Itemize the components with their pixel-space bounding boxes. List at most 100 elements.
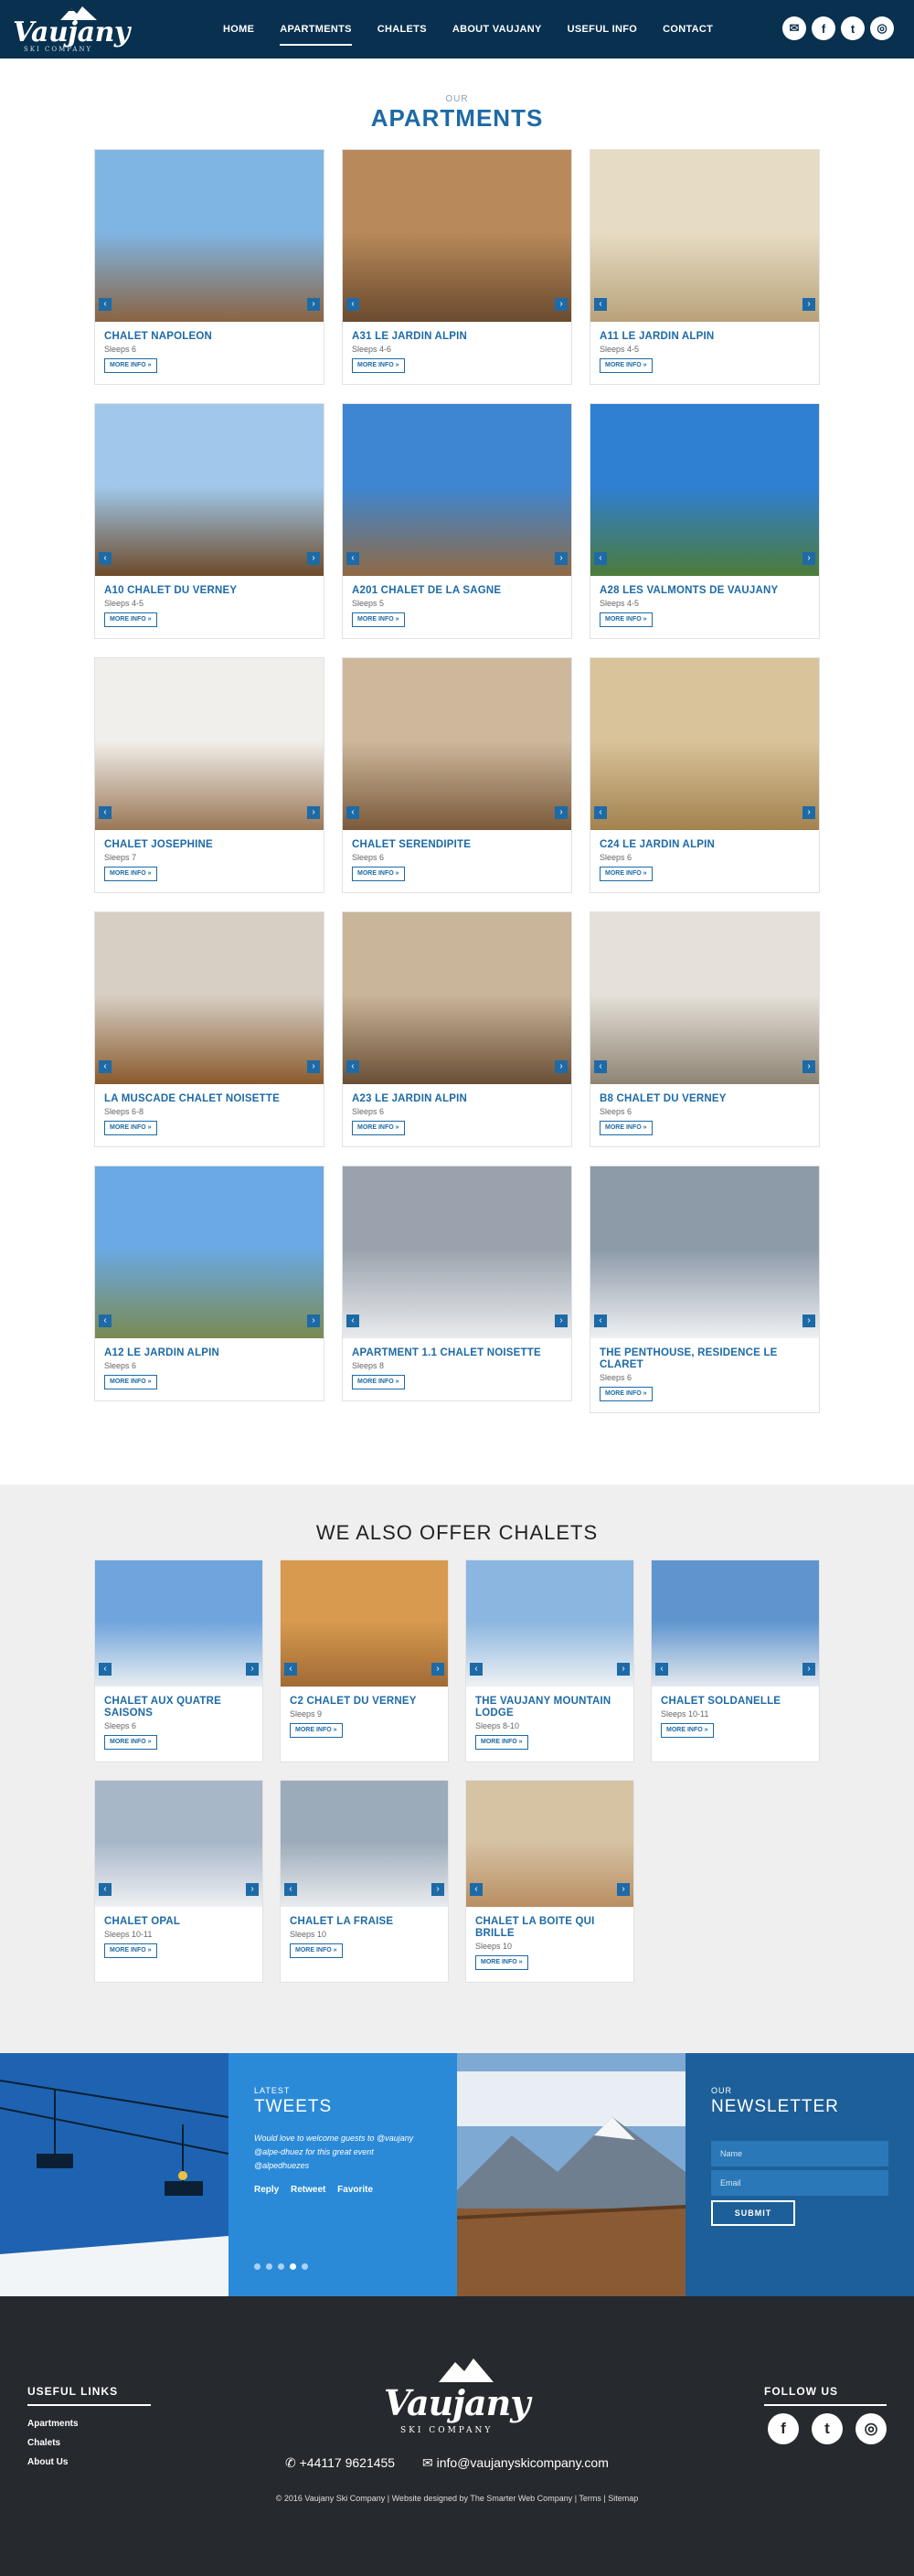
apartment-card[interactable]: ‹ › B8 CHALET DU VERNEY Sleeps 6 MORE INFO » xyxy=(590,911,820,1147)
apartment-card[interactable]: ‹ › THE PENTHOUSE, RESIDENCE LE CLARET Slee… xyxy=(590,1166,820,1413)
apartment-photo[interactable]: ‹ › xyxy=(343,1166,571,1338)
chalet-name[interactable]: CHALET SOLDANELLE xyxy=(661,1696,812,1708)
footer-phone[interactable]: ✆ +44117 9621455 xyxy=(285,2455,395,2471)
chevron-left-icon[interactable]: ‹ xyxy=(99,806,112,819)
chevron-left-icon[interactable]: ‹ xyxy=(346,552,359,565)
nav-contact[interactable]: CONTACT xyxy=(650,0,726,59)
apartment-photo[interactable]: ‹ › xyxy=(590,912,819,1084)
apartment-name[interactable]: A23 LE JARDIN ALPIN xyxy=(352,1093,564,1105)
chalet-photo[interactable]: ‹ › xyxy=(95,1781,262,1907)
more-info-button[interactable]: MORE INFO » xyxy=(352,1375,405,1389)
apartment-card[interactable]: ‹ › C24 LE JARDIN ALPIN Sleeps 6 MORE INFO » xyxy=(590,657,820,893)
nav-useful-info[interactable]: USEFUL INFO xyxy=(555,0,650,59)
newsletter-email-field[interactable]: Email xyxy=(711,2170,888,2196)
chalet-card[interactable]: ‹ › CHALET LA BOITE QUI BRILLE Sleeps 10 MOR… xyxy=(465,1780,634,1983)
pager-dot[interactable] xyxy=(302,2263,308,2270)
chevron-right-icon[interactable]: › xyxy=(307,1060,320,1073)
more-info-button[interactable]: MORE INFO » xyxy=(352,867,405,881)
chevron-right-icon[interactable]: › xyxy=(802,1060,815,1073)
tweet-retweet-link[interactable]: Retweet xyxy=(291,2185,325,2195)
chevron-left-icon[interactable]: ‹ xyxy=(346,298,359,311)
chevron-right-icon[interactable]: › xyxy=(431,1663,444,1676)
chalet-card[interactable]: ‹ › C2 CHALET DU VERNEY Sleeps 9 MORE INFO » xyxy=(280,1559,449,1762)
chevron-left-icon[interactable]: ‹ xyxy=(346,1315,359,1327)
tweet-favorite-link[interactable]: Favorite xyxy=(337,2185,373,2195)
chevron-left-icon[interactable]: ‹ xyxy=(99,1315,112,1327)
more-info-button[interactable]: MORE INFO » xyxy=(352,612,405,627)
more-info-button[interactable]: MORE INFO » xyxy=(352,358,405,373)
more-info-button[interactable]: MORE INFO » xyxy=(475,1735,528,1750)
chevron-right-icon[interactable]: › xyxy=(307,806,320,819)
pager-dot[interactable] xyxy=(266,2263,272,2270)
apartment-photo[interactable]: ‹ › xyxy=(590,658,819,830)
chevron-right-icon[interactable]: › xyxy=(307,298,320,311)
apartment-name[interactable]: A31 LE JARDIN ALPIN xyxy=(352,331,564,343)
apartment-photo[interactable]: ‹ › xyxy=(343,404,571,576)
pager-dot[interactable] xyxy=(254,2263,260,2270)
more-info-button[interactable]: MORE INFO » xyxy=(290,1943,343,1958)
chevron-left-icon[interactable]: ‹ xyxy=(594,1060,607,1073)
apartment-photo[interactable]: ‹ › xyxy=(590,150,819,322)
chalet-card[interactable]: ‹ › THE VAUJANY MOUNTAIN LODGE Sleeps 8-10 M… xyxy=(465,1559,634,1762)
apartment-name[interactable]: CHALET SERENDIPITE xyxy=(352,839,564,851)
apartment-photo[interactable]: ‹ › xyxy=(343,150,571,322)
chalet-photo[interactable]: ‹ › xyxy=(281,1560,448,1687)
more-info-button[interactable]: MORE INFO » xyxy=(352,1121,405,1135)
chalet-photo[interactable]: ‹ › xyxy=(466,1781,633,1907)
twitter-icon[interactable]: t xyxy=(812,2413,843,2444)
chevron-left-icon[interactable]: ‹ xyxy=(470,1883,483,1896)
chalet-name[interactable]: C2 CHALET DU VERNEY xyxy=(290,1696,441,1708)
chalet-card[interactable]: ‹ › CHALET SOLDANELLE Sleeps 10-11 MORE INFO… xyxy=(651,1559,820,1762)
apartment-photo[interactable]: ‹ › xyxy=(590,1166,819,1338)
chevron-right-icon[interactable]: › xyxy=(802,1663,815,1676)
more-info-button[interactable]: MORE INFO » xyxy=(290,1723,343,1738)
chevron-left-icon[interactable]: ‹ xyxy=(655,1663,668,1676)
twitter-icon[interactable]: t xyxy=(841,16,865,40)
footer-logo[interactable]: Vaujany SKI COMPANY xyxy=(375,2358,539,2441)
chevron-right-icon[interactable]: › xyxy=(307,1315,320,1327)
chevron-right-icon[interactable]: › xyxy=(555,1315,568,1327)
instagram-icon[interactable]: ◎ xyxy=(870,16,894,40)
chevron-right-icon[interactable]: › xyxy=(802,298,815,311)
footer-link-apartments[interactable]: Apartments xyxy=(27,2419,79,2429)
chevron-left-icon[interactable]: ‹ xyxy=(594,806,607,819)
chevron-right-icon[interactable]: › xyxy=(802,1315,815,1327)
apartment-photo[interactable]: ‹ › xyxy=(95,1166,324,1338)
apartment-name[interactable]: THE PENTHOUSE, RESIDENCE LE CLARET xyxy=(600,1347,812,1371)
more-info-button[interactable]: MORE INFO » xyxy=(475,1955,528,1970)
more-info-button[interactable]: MORE INFO » xyxy=(104,358,157,373)
chevron-right-icon[interactable]: › xyxy=(555,806,568,819)
apartment-name[interactable]: CHALET NAPOLEON xyxy=(104,331,316,343)
apartment-card[interactable]: ‹ › A201 CHALET DE LA SAGNE Sleeps 5 MORE IN… xyxy=(342,403,572,639)
apartment-card[interactable]: ‹ › A31 LE JARDIN ALPIN Sleeps 4-6 MORE INFO… xyxy=(342,149,572,385)
chevron-right-icon[interactable]: › xyxy=(802,552,815,565)
nav-chalets[interactable]: CHALETS xyxy=(365,0,440,59)
more-info-button[interactable]: MORE INFO » xyxy=(104,1943,157,1958)
chevron-left-icon[interactable]: ‹ xyxy=(594,1315,607,1327)
chevron-right-icon[interactable]: › xyxy=(307,552,320,565)
chevron-left-icon[interactable]: ‹ xyxy=(99,1663,112,1676)
chevron-left-icon[interactable]: ‹ xyxy=(470,1663,483,1676)
nav-apartments[interactable]: APARTMENTS xyxy=(267,0,365,59)
footer-email[interactable]: ✉ info@vaujanyskicompany.com xyxy=(422,2455,609,2471)
apartment-name[interactable]: APARTMENT 1.1 CHALET NOISETTE xyxy=(352,1347,564,1359)
apartment-card[interactable]: ‹ › A12 LE JARDIN ALPIN Sleeps 6 MORE INFO » xyxy=(94,1166,324,1401)
apartment-card[interactable]: ‹ › A28 LES VALMONTS DE VAUJANY Sleeps 4-5 M… xyxy=(590,403,820,639)
apartment-name[interactable]: A28 LES VALMONTS DE VAUJANY xyxy=(600,585,812,597)
chalet-photo[interactable]: ‹ › xyxy=(652,1560,819,1687)
apartment-card[interactable]: ‹ › APARTMENT 1.1 CHALET NOISETTE Sleeps 8M… xyxy=(342,1166,572,1401)
more-info-button[interactable]: MORE INFO » xyxy=(104,612,157,627)
site-logo[interactable]: Vaujany SKI COMPANY xyxy=(13,5,130,53)
chevron-right-icon[interactable]: › xyxy=(555,298,568,311)
more-info-button[interactable]: MORE INFO » xyxy=(600,1387,653,1401)
newsletter-submit-button[interactable]: SUBMIT xyxy=(711,2200,795,2226)
chevron-left-icon[interactable]: ‹ xyxy=(594,298,607,311)
more-info-button[interactable]: MORE INFO » xyxy=(104,867,157,881)
apartment-name[interactable]: A12 LE JARDIN ALPIN xyxy=(104,1347,316,1359)
more-info-button[interactable]: MORE INFO » xyxy=(600,612,653,627)
chevron-left-icon[interactable]: ‹ xyxy=(346,1060,359,1073)
nav-home[interactable]: HOME xyxy=(210,0,267,59)
email-icon[interactable]: ✉ xyxy=(782,16,806,40)
newsletter-name-field[interactable]: Name xyxy=(711,2141,888,2166)
more-info-button[interactable]: MORE INFO » xyxy=(104,1735,157,1750)
